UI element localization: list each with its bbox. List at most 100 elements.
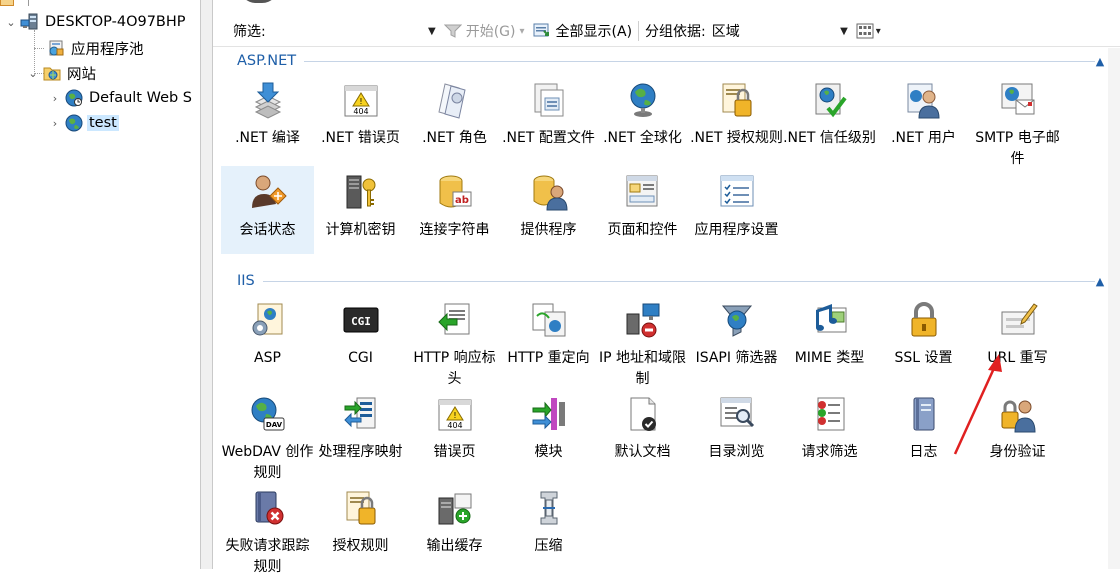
- features-view: 筛选: ▼ 开始(G) ▾ 全部显示(A) 分组依据: 区域 ▼ ▾ ASP.N…: [213, 0, 1120, 575]
- pane-splitter[interactable]: [200, 0, 213, 569]
- net-compile-icon: [248, 80, 288, 120]
- feature-tile-net-roles[interactable]: .NET 角色: [408, 74, 501, 162]
- feature-tile-label: .NET 错误页: [321, 130, 400, 146]
- feature-tile-logging[interactable]: 日志: [877, 388, 970, 476]
- feature-tile-mime-types[interactable]: MIME 类型: [783, 294, 876, 382]
- feature-tile-label: 页面和控件: [607, 222, 678, 238]
- feature-tile-label: 默认文档: [614, 444, 671, 460]
- feature-tile-label: URL 重写: [987, 350, 1048, 366]
- providers-icon: [529, 172, 569, 212]
- chevron-down-icon[interactable]: ⌄: [26, 66, 40, 80]
- feature-tile-net-profile[interactable]: .NET 配置文件: [502, 74, 595, 162]
- feature-tile-smtp-email[interactable]: SMTP 电子邮件: [971, 74, 1064, 167]
- view-grid-icon: [856, 23, 874, 39]
- feature-tile-http-response-headers[interactable]: HTTP 响应标头: [408, 294, 501, 387]
- tree-item-label: 应用程序池: [71, 41, 144, 58]
- http-redirect-icon: [529, 300, 569, 340]
- pages-controls-icon: [623, 172, 663, 212]
- feature-tile-modules[interactable]: 模块: [502, 388, 595, 476]
- dropdown-arrow-icon[interactable]: ▾: [520, 26, 525, 37]
- feature-tile-isapi-filters[interactable]: ISAPI 筛选器: [690, 294, 783, 382]
- feature-tile-pages-controls[interactable]: 页面和控件: [596, 166, 689, 254]
- feature-tile-asp[interactable]: ASP: [221, 294, 314, 382]
- feature-tile-machine-key[interactable]: 计算机密钥: [314, 166, 407, 254]
- chevron-right-icon[interactable]: ›: [48, 116, 62, 130]
- feature-tile-providers[interactable]: 提供程序: [502, 166, 595, 254]
- failed-request-tracing-icon: [248, 488, 288, 528]
- group-by-select[interactable]: 区域 ▼: [712, 20, 852, 42]
- collapse-section-icon[interactable]: ▲: [1093, 54, 1107, 68]
- feature-tile-ssl-settings[interactable]: SSL 设置: [877, 294, 970, 382]
- directory-browsing-icon: [717, 394, 757, 434]
- tree-top-fragment: [0, 0, 200, 6]
- feature-tile-label: HTTP 重定向: [507, 350, 590, 366]
- svg-text:404: 404: [447, 421, 462, 430]
- http-response-headers-icon: [435, 300, 475, 340]
- feature-tile-label: 目录浏览: [708, 444, 765, 460]
- feature-tile-compression[interactable]: 压缩: [502, 482, 595, 570]
- feature-tile-authorization-rules[interactable]: 授权规则: [314, 482, 407, 570]
- webdav-icon: DAV: [248, 394, 288, 434]
- feature-tile-net-trust-levels[interactable]: .NET 信任级别: [783, 74, 876, 162]
- feature-tile-default-document[interactable]: 默认文档: [596, 388, 689, 476]
- net-profile-icon: [529, 80, 569, 120]
- tree-item-label: test: [87, 115, 119, 131]
- feature-tile-ip-restrictions[interactable]: IP 地址和域限制: [596, 294, 689, 387]
- authorization-rules-icon: [341, 488, 381, 528]
- feature-tile-http-redirect[interactable]: HTTP 重定向: [502, 294, 595, 382]
- tree-item-sites[interactable]: ⌄ 网站: [26, 61, 98, 85]
- feature-tile-net-error-pages[interactable]: ! 404 .NET 错误页: [314, 74, 407, 162]
- show-all-button[interactable]: 全部显示(A): [533, 21, 632, 41]
- feature-tile-label: .NET 全球化: [603, 130, 682, 146]
- feature-tile-label: 模块: [534, 444, 563, 460]
- feature-tile-label: 请求筛选: [801, 444, 858, 460]
- chevron-down-icon[interactable]: ⌄: [4, 15, 18, 29]
- feature-tile-url-rewrite[interactable]: URL 重写: [971, 294, 1064, 382]
- section-title: ASP.NET: [237, 53, 297, 69]
- feature-tile-output-caching[interactable]: 输出缓存: [408, 482, 501, 570]
- feature-tile-connection-strings[interactable]: ab 连接字符串: [408, 166, 501, 254]
- feature-tile-label: SSL 设置: [894, 350, 953, 366]
- section-header-iis: IIS: [237, 271, 1095, 291]
- collapse-section-icon[interactable]: ▲: [1093, 274, 1107, 288]
- feature-tile-webdav[interactable]: DAV WebDAV 创作规则: [221, 388, 314, 481]
- feature-tile-request-filtering[interactable]: 请求筛选: [783, 388, 876, 476]
- feature-tile-net-compile[interactable]: .NET 编译: [221, 74, 314, 162]
- section-title: IIS: [237, 273, 255, 289]
- tree-item-server[interactable]: ⌄ DESKTOP-4O97BHP: [4, 10, 188, 34]
- dropdown-arrow-icon[interactable]: ▼: [428, 26, 436, 37]
- tree-item-test[interactable]: › test: [48, 111, 119, 135]
- tree-item-label: DESKTOP-4O97BHP: [45, 14, 186, 30]
- tree-item-label: Default Web S: [89, 90, 193, 106]
- dropdown-arrow-icon[interactable]: ▼: [840, 26, 848, 37]
- group-by-label: 分组依据:: [645, 24, 706, 40]
- feature-tile-session-state[interactable]: 会话状态: [221, 166, 314, 254]
- feature-tile-authentication[interactable]: 身份验证: [971, 388, 1064, 476]
- feature-tile-net-authorization[interactable]: .NET 授权规则: [690, 74, 783, 162]
- feature-tile-app-settings[interactable]: 应用程序设置: [690, 166, 783, 254]
- feature-tile-cgi[interactable]: CGI CGI: [314, 294, 407, 382]
- feature-tile-label: IP 地址和域限制: [598, 350, 687, 387]
- sites-folder-icon: [42, 63, 62, 83]
- chevron-right-icon[interactable]: ›: [48, 91, 62, 105]
- feature-tile-error-pages[interactable]: ! 404 错误页: [408, 388, 501, 476]
- view-mode-button[interactable]: ▾: [856, 23, 885, 39]
- request-filtering-icon: [810, 394, 850, 434]
- tree-item-default-web-site[interactable]: › Default Web S: [48, 86, 194, 110]
- feature-tile-net-users[interactable]: .NET 用户: [877, 74, 970, 162]
- feature-tile-directory-browsing[interactable]: 目录浏览: [690, 388, 783, 476]
- feature-tile-handler-mappings[interactable]: 处理程序映射: [314, 388, 407, 476]
- show-all-icon: [533, 23, 549, 37]
- feature-tile-label: 日志: [909, 444, 938, 460]
- header-fragment: [239, 0, 279, 3]
- go-button[interactable]: 开始(G): [443, 21, 516, 41]
- app-settings-icon: [717, 172, 757, 212]
- connections-tree: ⌄ DESKTOP-4O97BHP 应用程序池 ⌄ 网站 › Default W…: [0, 0, 200, 569]
- vertical-scrollbar[interactable]: [1108, 48, 1120, 569]
- filter-label: 筛选:: [233, 24, 266, 40]
- filter-input[interactable]: ▼: [270, 19, 440, 43]
- feature-tile-failed-request-tracing[interactable]: 失败请求跟踪规则: [221, 482, 314, 575]
- asp-icon: [248, 300, 288, 340]
- tree-item-app-pools[interactable]: 应用程序池: [44, 36, 146, 60]
- feature-tile-net-globalization[interactable]: .NET 全球化: [596, 74, 689, 162]
